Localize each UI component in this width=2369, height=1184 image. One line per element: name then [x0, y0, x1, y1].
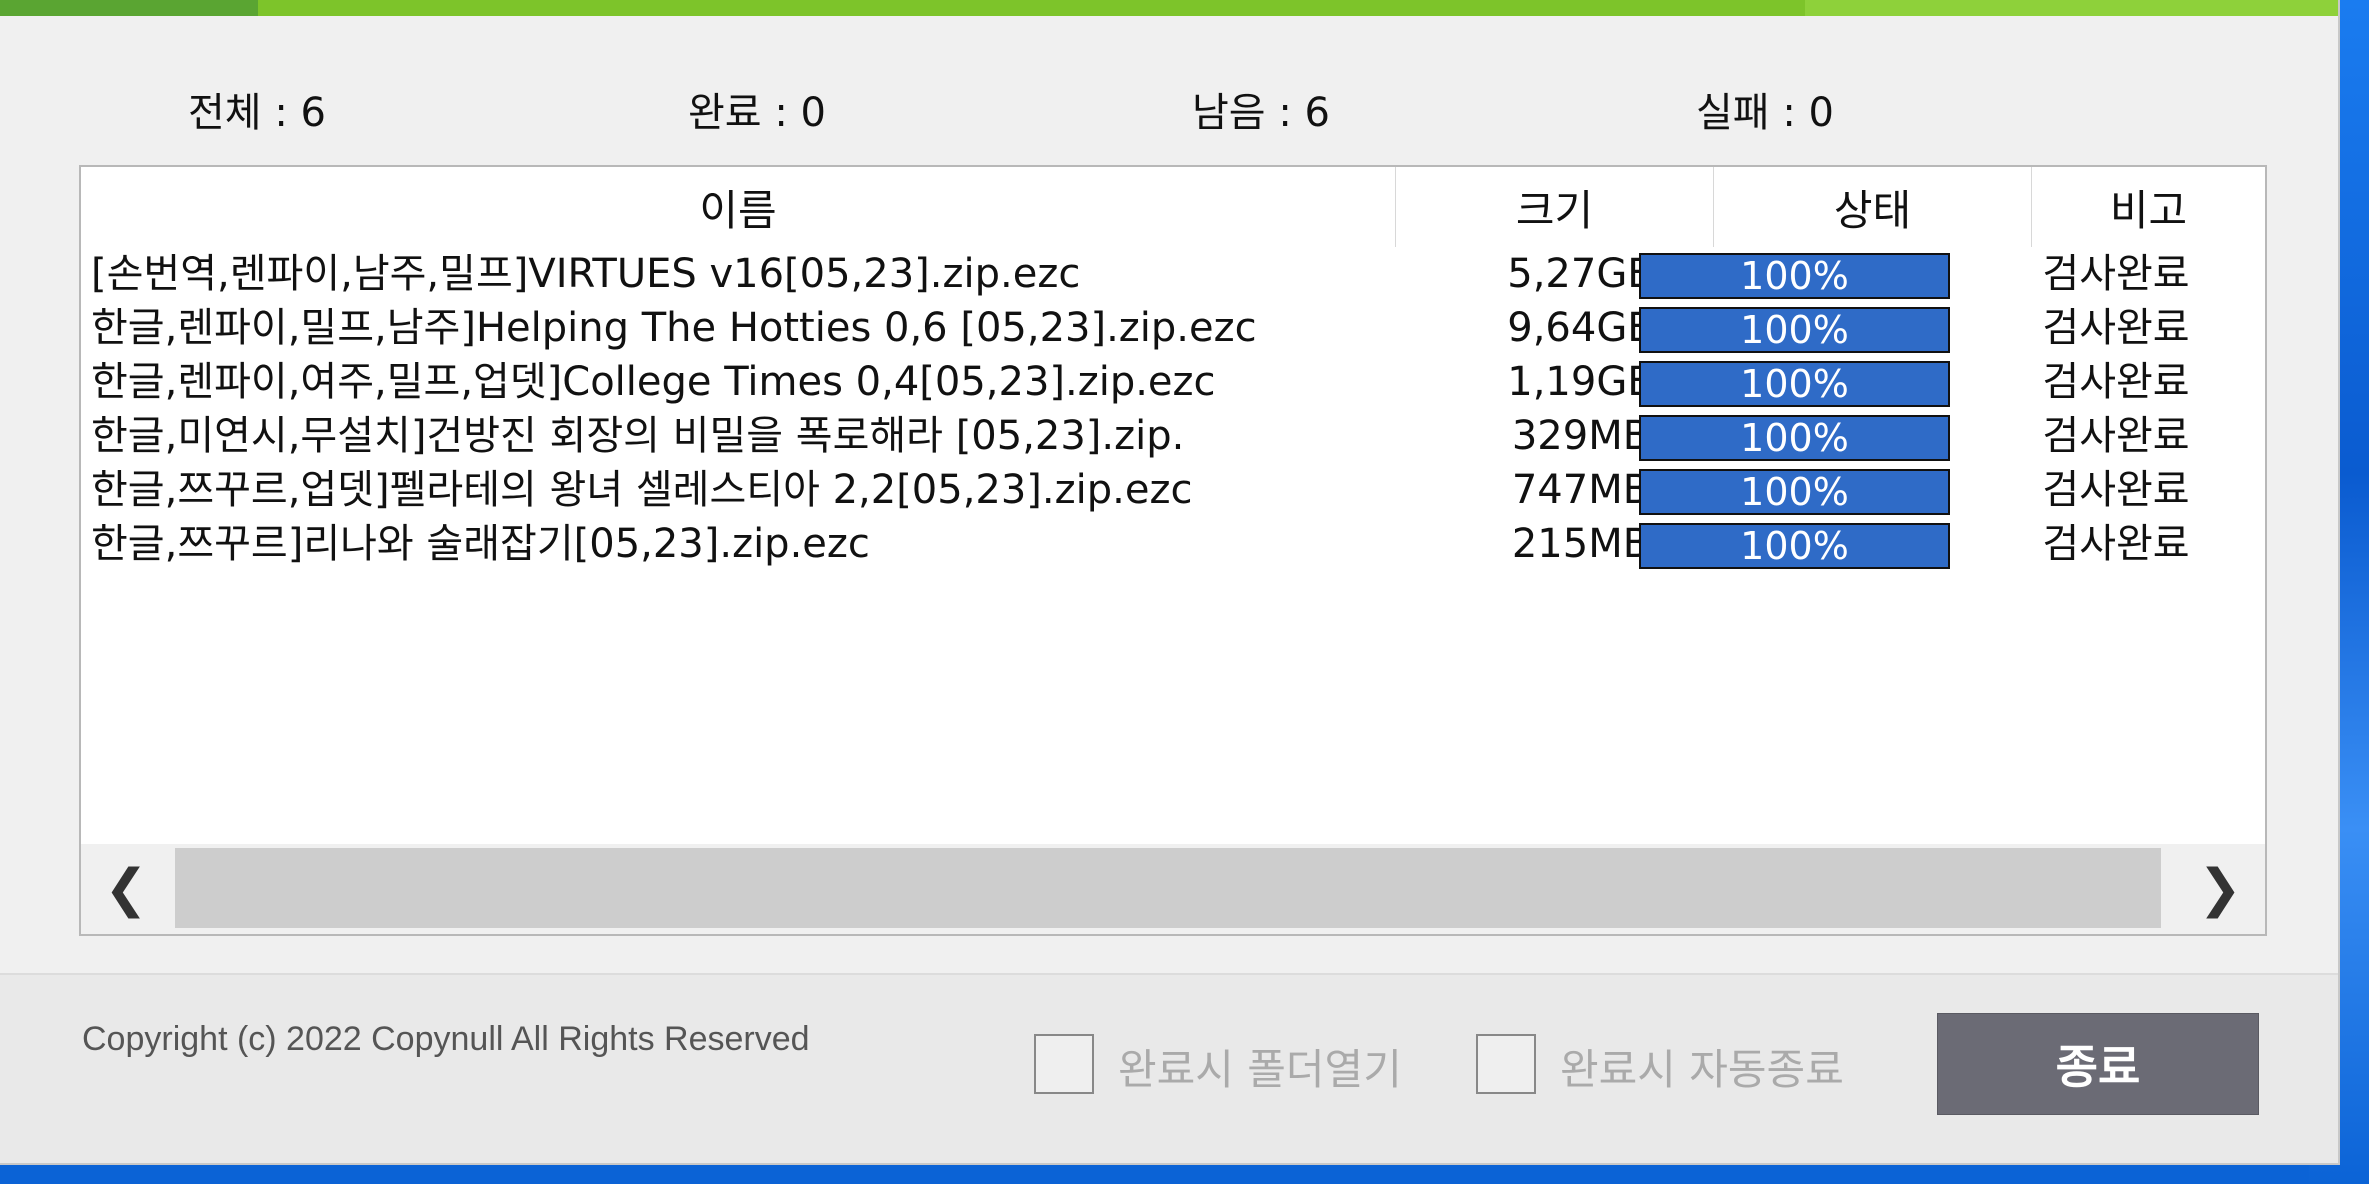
open-folder-checkbox[interactable]	[1034, 1034, 1094, 1094]
file-note: 검사완료	[2042, 305, 2190, 351]
file-list[interactable]: 이름 크기 상태 비고 [손번역,렌파이,남주,밀프]VIRTUES v16[0…	[79, 165, 2267, 936]
progress-percent: 100%	[1740, 470, 1849, 514]
copyright-text: Copyright (c) 2022 Copynull All Rights R…	[82, 1020, 810, 1058]
table-row[interactable]: 한글,쯔꾸르]리나와 술래잡기[05,23].zip.ezc 215MB 100…	[81, 517, 2265, 571]
chevron-left-icon[interactable]: ❮	[81, 844, 171, 934]
overall-progress-strip	[0, 0, 2338, 16]
column-header-status[interactable]: 상태	[1714, 167, 2032, 247]
column-header-note[interactable]: 비고	[2032, 167, 2265, 247]
file-name: 한글,쯔꾸르,업뎃]펠라테의 왕녀 셀레스티아 2,2[05,23].zip.e…	[91, 467, 1193, 513]
stat-remaining: 남음 : 6	[1192, 90, 1330, 136]
file-progress-bar: 100%	[1639, 361, 1950, 407]
file-name: 한글,미연시,무설치]건방진 회장의 비밀을 폭로해라 [05,23].zip.	[91, 413, 1185, 459]
strip-segment	[1805, 0, 2338, 16]
file-note: 검사완료	[2042, 521, 2190, 567]
progress-percent: 100%	[1740, 524, 1849, 568]
table-row[interactable]: 한글,쯔꾸르,업뎃]펠라테의 왕녀 셀레스티아 2,2[05,23].zip.e…	[81, 463, 2265, 517]
strip-segment	[0, 0, 258, 16]
file-note: 검사완료	[2042, 467, 2190, 513]
close-button[interactable]: 종료	[1937, 1013, 2259, 1115]
table-row[interactable]: 한글,렌파이,밀프,남주]Helping The Hotties 0,6 [05…	[81, 301, 2265, 355]
table-row[interactable]: [손번역,렌파이,남주,밀프]VIRTUES v16[05,23].zip.ez…	[81, 247, 2265, 301]
horizontal-scrollbar[interactable]: ❮ ❯	[81, 844, 2265, 934]
file-name: [손번역,렌파이,남주,밀프]VIRTUES v16[05,23].zip.ez…	[91, 251, 1081, 297]
file-note: 검사완료	[2042, 413, 2190, 459]
open-folder-label[interactable]: 완료시 폴더열기	[1118, 1036, 1402, 1097]
file-name: 한글,쯔꾸르]리나와 술래잡기[05,23].zip.ezc	[91, 521, 870, 567]
table-row[interactable]: 한글,미연시,무설치]건방진 회장의 비밀을 폭로해라 [05,23].zip.…	[81, 409, 2265, 463]
stat-total: 전체 : 6	[188, 90, 326, 136]
file-progress-bar: 100%	[1639, 415, 1950, 461]
file-note: 검사완료	[2042, 359, 2190, 405]
chevron-right-icon[interactable]: ❯	[2175, 844, 2265, 934]
file-name: 한글,렌파이,밀프,남주]Helping The Hotties 0,6 [05…	[91, 305, 1257, 351]
progress-percent: 100%	[1740, 254, 1849, 298]
file-progress-bar: 100%	[1639, 307, 1950, 353]
column-header-size[interactable]: 크기	[1396, 167, 1714, 247]
auto-exit-label[interactable]: 완료시 자동종료	[1560, 1036, 1844, 1097]
auto-exit-checkbox[interactable]	[1476, 1034, 1536, 1094]
file-name: 한글,렌파이,여주,밀프,업뎃]College Times 0,4[05,23]…	[91, 359, 1216, 405]
file-progress-bar: 100%	[1639, 253, 1950, 299]
progress-percent: 100%	[1740, 308, 1849, 352]
column-header-name[interactable]: 이름	[81, 167, 1396, 247]
scrollbar-thumb[interactable]	[175, 848, 2161, 928]
file-note: 검사완료	[2042, 251, 2190, 297]
file-progress-bar: 100%	[1639, 469, 1950, 515]
progress-percent: 100%	[1740, 362, 1849, 406]
stat-failed: 실패 : 0	[1696, 90, 1834, 136]
download-window: 전체 : 6 완료 : 0 남음 : 6 실패 : 0 이름 크기 상태 비고 …	[0, 0, 2340, 1165]
table-row[interactable]: 한글,렌파이,여주,밀프,업뎃]College Times 0,4[05,23]…	[81, 355, 2265, 409]
stat-done: 완료 : 0	[688, 90, 826, 136]
file-progress-bar: 100%	[1639, 523, 1950, 569]
progress-percent: 100%	[1740, 416, 1849, 460]
